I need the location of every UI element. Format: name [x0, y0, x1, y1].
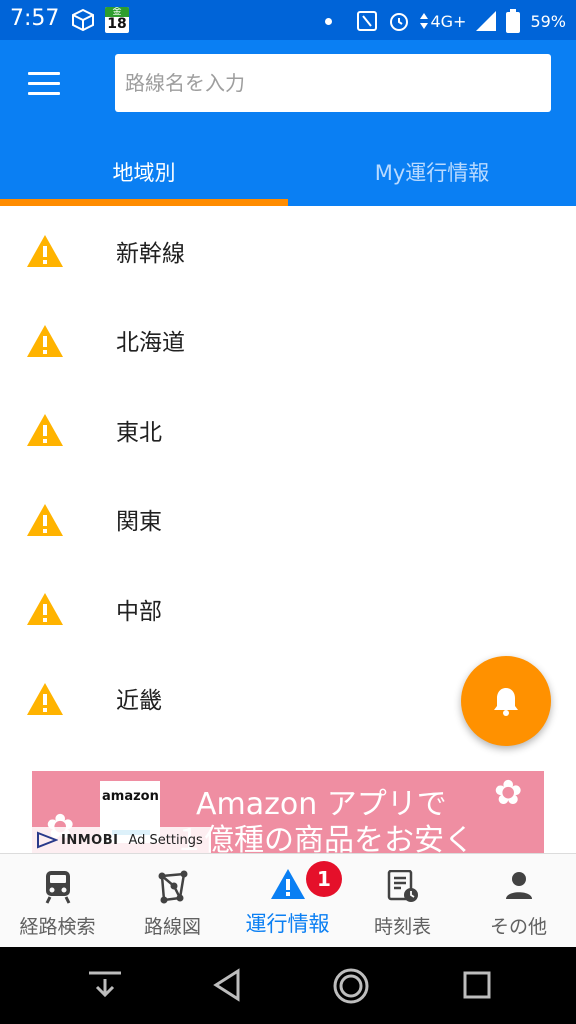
region-item-tohoku[interactable]: 東北 — [0, 385, 576, 475]
warning-icon — [27, 503, 63, 536]
calendar-date: 18 — [107, 16, 127, 32]
bell-icon — [494, 688, 518, 716]
battery-percent: 59% — [530, 11, 566, 31]
data-arrows-icon — [420, 13, 429, 29]
alarm-icon — [390, 13, 409, 31]
warning-icon — [27, 682, 63, 715]
calendar-icon: 金 18 — [105, 7, 129, 33]
warning-icon — [270, 869, 305, 899]
inmobi-logo-icon — [37, 831, 58, 849]
region-label: 近畿 — [116, 688, 162, 715]
app-bar: 地域別 My運行情報 — [0, 40, 576, 206]
nav-label: 路線図 — [143, 916, 201, 938]
region-label: 関東 — [116, 509, 162, 536]
nav-label: 運行情報 — [245, 912, 330, 936]
status-bar: 7:57 金 18 4G+ 59% — [0, 0, 576, 40]
nav-label: 時刻表 — [373, 916, 431, 938]
flower-icon: ✿ — [494, 773, 523, 813]
train-icon — [45, 871, 70, 904]
ad-banner[interactable]: ✿ ✿ amazon Amazon アプリで １億種の商品をお安く INMOBI… — [32, 771, 544, 853]
warning-icon — [27, 414, 63, 446]
route-map-icon — [158, 870, 187, 904]
nav-route-map[interactable]: 路線図 — [115, 854, 230, 948]
region-item-chubu[interactable]: 中部 — [0, 564, 576, 654]
region-label: 中部 — [116, 598, 162, 625]
home-icon[interactable] — [332, 967, 370, 1005]
region-label: 北海道 — [116, 330, 185, 357]
tab-indicator — [0, 199, 288, 206]
menu-button[interactable] — [28, 70, 62, 98]
notification-badge: 1 — [306, 861, 342, 897]
tab-bar: 地域別 My運行情報 — [0, 138, 576, 206]
amazon-logo-text: amazon — [102, 789, 159, 804]
region-item-hokkaido[interactable]: 北海道 — [0, 296, 576, 386]
route-search-input[interactable] — [115, 54, 551, 112]
battery-icon — [506, 9, 521, 33]
person-icon — [505, 872, 532, 899]
app-notification-icon — [72, 8, 94, 32]
nav-label: 経路検索 — [19, 916, 96, 938]
nav-route-search[interactable]: 経路検索 — [0, 854, 115, 948]
hide-keyboard-icon[interactable] — [86, 967, 124, 1003]
nfc-icon — [357, 11, 378, 31]
bottom-nav: 経路検索 路線図 運行情報 時刻表 その他 — [0, 853, 576, 947]
nav-other[interactable]: その他 — [461, 854, 576, 948]
warning-icon — [27, 235, 63, 267]
nav-label: その他 — [489, 916, 547, 938]
status-right-group: 4G+ 59% — [325, 9, 566, 33]
ad-settings-link[interactable]: Ad Settings — [128, 833, 202, 848]
region-label: 新幹線 — [116, 240, 185, 267]
timetable-icon — [387, 870, 418, 902]
system-nav-bar — [0, 947, 576, 1024]
signal-icon — [476, 11, 497, 31]
tab-my-service-info[interactable]: My運行情報 — [288, 138, 576, 206]
ad-headline-2: １億種の商品をお安く — [174, 823, 474, 853]
back-icon[interactable] — [210, 967, 244, 1003]
network-type: 4G+ — [420, 12, 466, 31]
ad-network: INMOBI — [61, 832, 119, 848]
tab-by-region[interactable]: 地域別 — [0, 138, 288, 206]
status-time: 7:57 — [10, 6, 60, 31]
notification-fab[interactable] — [461, 656, 551, 746]
region-item-kanto[interactable]: 関東 — [0, 475, 576, 565]
ad-attribution[interactable]: INMOBI Ad Settings — [32, 827, 211, 853]
warning-icon — [27, 324, 63, 357]
region-label: 東北 — [116, 419, 162, 446]
menu-icon — [28, 72, 60, 75]
recent-apps-icon[interactable] — [460, 967, 494, 1003]
nav-timetable[interactable]: 時刻表 — [345, 854, 460, 948]
region-item-shinkansen[interactable]: 新幹線 — [0, 206, 576, 296]
warning-icon — [27, 593, 63, 625]
dot-icon — [325, 17, 333, 25]
